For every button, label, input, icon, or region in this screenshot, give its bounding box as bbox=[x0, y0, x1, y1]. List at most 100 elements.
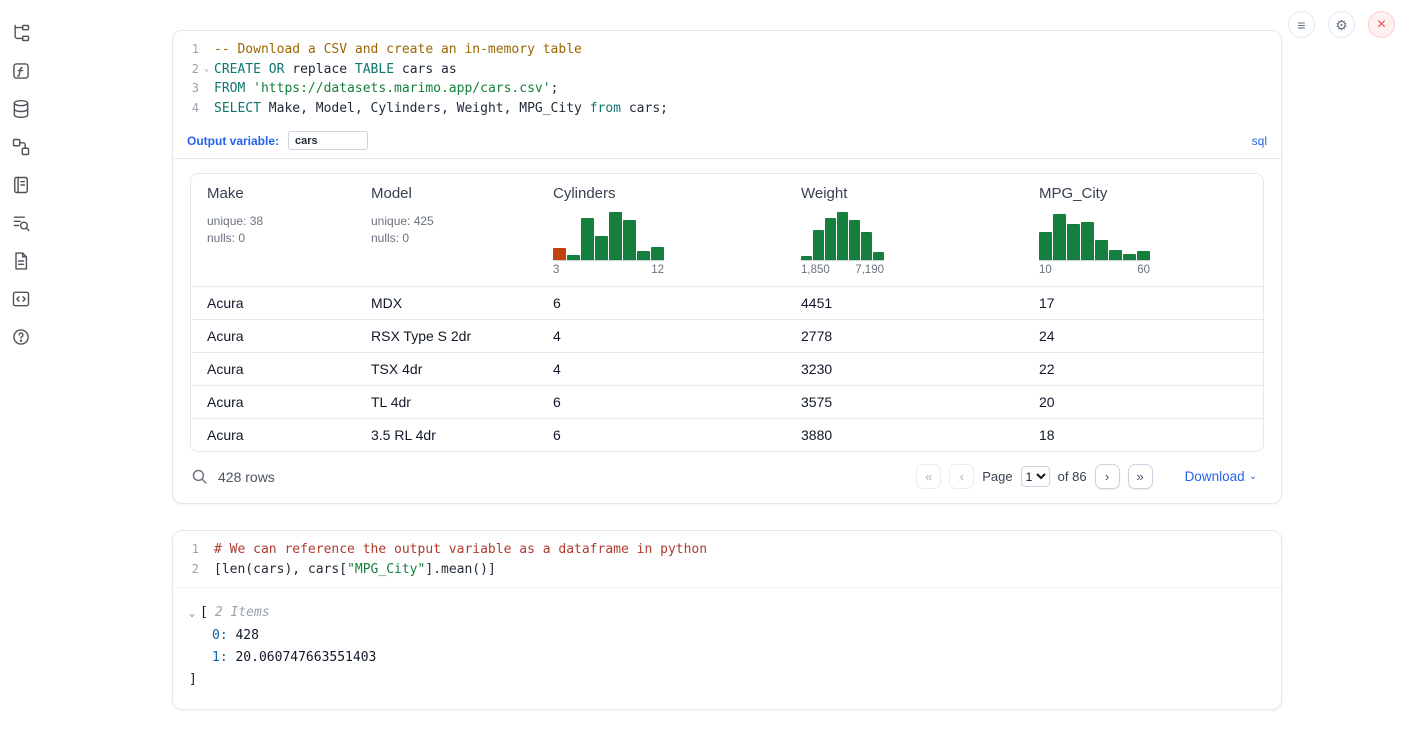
column-header-make[interactable]: Makeunique: 38nulls: 0 bbox=[191, 185, 355, 278]
previous-page-button[interactable]: ‹ bbox=[949, 464, 974, 489]
sidebar-scratchpad-button[interactable] bbox=[8, 172, 33, 197]
table-search-button[interactable] bbox=[191, 468, 208, 485]
document-icon bbox=[11, 251, 31, 271]
table-cell: RSX Type S 2dr bbox=[355, 320, 537, 352]
column-stat: unique: 425 bbox=[371, 213, 537, 230]
table-footer: 428 rows « ‹ Page 1 of 86 › bbox=[173, 452, 1281, 503]
language-badge: sql bbox=[1252, 134, 1267, 148]
first-page-button[interactable]: « bbox=[916, 464, 941, 489]
sidebar-file-explorer-button[interactable] bbox=[8, 20, 33, 45]
code-token: cars as bbox=[394, 62, 457, 77]
table-row[interactable]: AcuraTSX 4dr4323022 bbox=[191, 352, 1263, 385]
fold-chevron-icon[interactable]: ⌄ bbox=[199, 60, 214, 80]
settings-button[interactable]: ⚙ bbox=[1328, 11, 1355, 38]
histogram-bar bbox=[801, 256, 812, 260]
histogram-max-label: 12 bbox=[651, 264, 664, 276]
last-page-button[interactable]: » bbox=[1128, 464, 1153, 489]
output-variable-bar: Output variable: sql bbox=[173, 126, 1281, 159]
notebook-cells: 1-- Download a CSV and create an in-memo… bbox=[172, 30, 1282, 710]
chevron-down-icon: ⌄ bbox=[1249, 471, 1257, 482]
code-text: FROM 'https://datasets.marimo.app/cars.c… bbox=[214, 79, 558, 99]
code-token: # We can reference the output variable a… bbox=[214, 542, 707, 557]
histogram-axis: 3 12 bbox=[553, 260, 664, 276]
line-number: 3 bbox=[173, 79, 199, 99]
histogram-bar bbox=[1081, 222, 1094, 260]
column-header-mpg-city[interactable]: MPG_City1060 bbox=[1023, 185, 1263, 278]
table-cell: 6 bbox=[537, 419, 785, 451]
column-name: Weight bbox=[801, 185, 1023, 202]
table-row[interactable]: AcuraTL 4dr6357520 bbox=[191, 385, 1263, 418]
pagination: « ‹ Page 1 of 86 › » bbox=[916, 464, 1263, 489]
histogram-bars bbox=[553, 210, 664, 260]
python-output: ⌄[2 Items 0: 4281: 20.060747663551403 ] bbox=[173, 587, 1281, 709]
file-tree-icon bbox=[11, 23, 31, 43]
sidebar-variables-button[interactable] bbox=[8, 58, 33, 83]
chevron-right-icon: › bbox=[1105, 469, 1109, 484]
code-token: ; bbox=[551, 81, 559, 96]
sidebar-datasources-button[interactable] bbox=[8, 96, 33, 121]
code-line: 2[len(cars), cars["MPG_City"].mean()] bbox=[173, 560, 1281, 580]
sidebar-help-button[interactable] bbox=[8, 324, 33, 349]
code-token: 'https://datasets.marimo.app/cars.csv' bbox=[253, 81, 550, 96]
line-number: 1 bbox=[173, 540, 199, 560]
code-snippet-icon bbox=[11, 289, 31, 309]
table-row[interactable]: Acura3.5 RL 4dr6388018 bbox=[191, 418, 1263, 451]
table-cell: 3230 bbox=[785, 353, 1023, 385]
open-bracket: [ bbox=[200, 605, 208, 620]
download-button[interactable]: Download ⌄ bbox=[1179, 468, 1263, 485]
code-line: 3 FROM 'https://datasets.marimo.app/cars.… bbox=[173, 79, 1281, 99]
code-token: cars; bbox=[621, 101, 668, 116]
table-row[interactable]: AcuraMDX6445117 bbox=[191, 286, 1263, 319]
sidebar-documentation-button[interactable] bbox=[8, 248, 33, 273]
line-number: 4 bbox=[173, 99, 199, 119]
histogram-bars bbox=[801, 210, 884, 260]
histogram-bar bbox=[1137, 251, 1150, 260]
line-number: 2 bbox=[173, 60, 199, 80]
histogram-bar bbox=[825, 218, 836, 260]
close-icon: × bbox=[1377, 17, 1386, 33]
column-header-cylinders[interactable]: Cylinders 3 12 bbox=[537, 185, 785, 278]
sidebar-snippets-button[interactable] bbox=[8, 286, 33, 311]
table-body: AcuraMDX6445117AcuraRSX Type S 2dr427782… bbox=[191, 286, 1263, 451]
fold-spacer bbox=[199, 560, 214, 580]
column-name: MPG_City bbox=[1039, 185, 1263, 202]
histogram-min-label: 3 bbox=[553, 264, 559, 276]
histogram-bar bbox=[1123, 254, 1136, 260]
shutdown-button[interactable]: × bbox=[1368, 11, 1395, 38]
code-text: # We can reference the output variable a… bbox=[214, 540, 707, 560]
code-token bbox=[245, 81, 253, 96]
column-name: Cylinders bbox=[553, 185, 785, 202]
page-select[interactable]: 1 bbox=[1021, 466, 1050, 487]
page-label: Page bbox=[982, 469, 1012, 484]
table-cell: TSX 4dr bbox=[355, 353, 537, 385]
output-entry-key: 0: bbox=[212, 628, 228, 643]
column-header-model[interactable]: Modelunique: 425nulls: 0 bbox=[355, 185, 537, 278]
output-entry: 1: 20.060747663551403 bbox=[189, 647, 1265, 669]
histogram-bar bbox=[567, 255, 580, 260]
collapse-chevron-icon[interactable]: ⌄ bbox=[189, 608, 195, 619]
output-entry-key: 1: bbox=[212, 650, 228, 665]
table-header: Makeunique: 38nulls: 0Modelunique: 425nu… bbox=[191, 174, 1263, 286]
column-stat: unique: 38 bbox=[207, 213, 355, 230]
database-icon bbox=[11, 99, 31, 119]
next-page-button[interactable]: › bbox=[1095, 464, 1120, 489]
output-entry: 0: 428 bbox=[189, 625, 1265, 647]
sql-code-editor[interactable]: 1-- Download a CSV and create an in-memo… bbox=[173, 31, 1281, 126]
sidebar-dependency-graph-button[interactable] bbox=[8, 134, 33, 159]
table-cell: Acura bbox=[191, 287, 355, 319]
code-token: [len(cars), cars[ bbox=[214, 562, 347, 577]
histogram-bar bbox=[837, 212, 848, 260]
page-total-label: of 86 bbox=[1058, 469, 1087, 484]
menu-button[interactable]: ≡ bbox=[1288, 11, 1315, 38]
table-cell: Acura bbox=[191, 320, 355, 352]
table-cell: 4 bbox=[537, 320, 785, 352]
code-text: [len(cars), cars["MPG_City"].mean()] bbox=[214, 560, 496, 580]
histogram-bar bbox=[637, 251, 650, 260]
column-header-weight[interactable]: Weight1,8507,190 bbox=[785, 185, 1023, 278]
output-variable-input[interactable] bbox=[288, 131, 368, 150]
histogram-bar bbox=[623, 220, 636, 260]
histogram-bar bbox=[651, 247, 664, 260]
sidebar-logs-button[interactable] bbox=[8, 210, 33, 235]
python-code-editor[interactable]: 1 # We can reference the output variable … bbox=[173, 531, 1281, 587]
table-row[interactable]: AcuraRSX Type S 2dr4277824 bbox=[191, 319, 1263, 352]
